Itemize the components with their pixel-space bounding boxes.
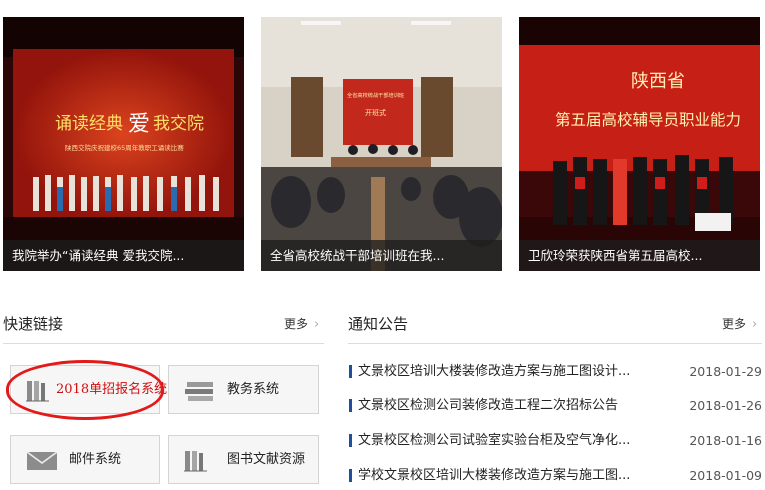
library-resources-label: 图书文献资源 (227, 452, 306, 467)
more-label: 更多 (722, 317, 747, 331)
notice-bullet (349, 399, 352, 412)
news-caption[interactable]: 全省高校统战干部培训班在我... (261, 240, 502, 271)
notice-title[interactable]: 学校文景校区培训大楼装修改造方案与施工图... (358, 465, 630, 487)
notice-item[interactable]: 文景校区检测公司试验室实验台柜及空气净化... 2018-01-16 (348, 430, 762, 452)
more-label: 更多 (284, 317, 309, 331)
enrollment-system-button[interactable]: 2018单招报名系统 (10, 365, 167, 414)
notices-divider (348, 343, 762, 344)
svg-text:我交院: 我交院 (153, 114, 204, 134)
chevron-right-icon: › (752, 317, 758, 332)
notice-title[interactable]: 文景校区培训大楼装修改造方案与施工图设计... (358, 361, 630, 383)
notice-date: 2018-01-09 (689, 468, 762, 483)
notice-item[interactable]: 文景校区检测公司装修改造工程二次招标公告 2018-01-26 (348, 395, 762, 417)
books-stack-icon (185, 382, 213, 401)
academic-system-label: 教务系统 (227, 382, 280, 397)
svg-text:开班式: 开班式 (365, 108, 386, 117)
news-photo-1: 诵读经典 爱 我交院 陕西交院庆祝建校65周年教职工诵读比赛 (3, 17, 244, 271)
chevron-right-icon: › (314, 317, 320, 332)
news-card-1[interactable]: 诵读经典 爱 我交院 陕西交院庆祝建校65周年教职工诵读比赛 我院举办“诵读经典… (3, 17, 244, 271)
quick-links-more-link[interactable]: 更多 › (284, 315, 319, 332)
notice-bullet (349, 365, 352, 378)
quick-links-title: 快速链接 (3, 315, 64, 333)
svg-text:陕西交院庆祝建校65周年教职工诵读比赛: 陕西交院庆祝建校65周年教职工诵读比赛 (65, 143, 184, 152)
notices-more-link[interactable]: 更多 › (722, 315, 757, 332)
notice-title[interactable]: 文景校区检测公司装修改造工程二次招标公告 (358, 395, 618, 417)
books-icon (26, 381, 49, 402)
mail-icon (26, 451, 58, 470)
news-caption[interactable]: 卫欣玲荣获陕西省第五届高校... (519, 240, 760, 271)
enrollment-system-label: 2018单招报名系统 (56, 382, 168, 397)
news-card-3[interactable]: 陕西省 第五届高校辅导员职业能力 卫欣玲荣获陕西省第五届高校... (519, 17, 760, 271)
notice-item[interactable]: 学校文景校区培训大楼装修改造方案与施工图... 2018-01-09 (348, 465, 762, 487)
news-photo-2: 全省高校统战干部培训班 开班式 (261, 17, 502, 271)
news-card-2[interactable]: 全省高校统战干部培训班 开班式 全省高校统战干部培训班在我... (261, 17, 502, 271)
mail-system-button[interactable]: 邮件系统 (10, 435, 160, 484)
academic-system-button[interactable]: 教务系统 (168, 365, 319, 414)
library-resources-button[interactable]: 图书文献资源 (168, 435, 319, 484)
notice-date: 2018-01-29 (689, 364, 762, 379)
svg-text:第五届高校辅导员职业能力: 第五届高校辅导员职业能力 (555, 111, 741, 129)
notice-bullet (349, 469, 352, 482)
notice-date: 2018-01-16 (689, 433, 762, 448)
svg-text:全省高校统战干部培训班: 全省高校统战干部培训班 (347, 91, 404, 99)
svg-text:诵读经典: 诵读经典 (55, 114, 123, 134)
news-caption[interactable]: 我院举办“诵读经典 爱我交院... (3, 240, 244, 271)
notice-item[interactable]: 文景校区培训大楼装修改造方案与施工图设计... 2018-01-29 (348, 361, 762, 383)
svg-text:爱: 爱 (128, 112, 150, 137)
notice-date: 2018-01-26 (689, 398, 762, 413)
svg-text:陕西省: 陕西省 (631, 71, 685, 92)
notice-title[interactable]: 文景校区检测公司试验室实验台柜及空气净化... (358, 430, 630, 452)
notice-bullet (349, 434, 352, 447)
quick-links-divider (3, 343, 324, 344)
news-photo-3: 陕西省 第五届高校辅导员职业能力 (519, 17, 760, 271)
notices-title: 通知公告 (348, 315, 409, 333)
mail-system-label: 邮件系统 (69, 452, 122, 467)
books-icon (184, 451, 207, 472)
